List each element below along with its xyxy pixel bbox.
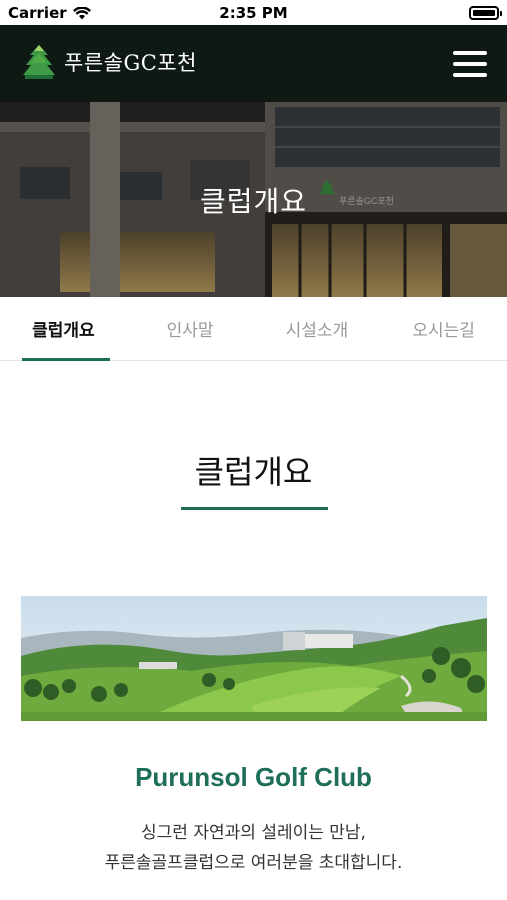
tab-greeting[interactable]: 인사말	[127, 297, 254, 360]
app-header: 푸른솔GC포천	[0, 25, 507, 102]
club-name: Purunsol Golf Club	[135, 762, 372, 792]
battery-icon	[469, 6, 502, 20]
golf-course-photo	[21, 596, 487, 721]
section-title-underline	[181, 507, 328, 510]
logo-text: 푸른솔GC포천	[64, 51, 197, 75]
hero-title: 클럽개요	[199, 185, 308, 218]
hamburger-menu-button[interactable]	[453, 51, 487, 77]
hero-banner: 푸른솔GC포천 클럽개요	[0, 102, 507, 297]
tagline-line-2: 푸른솔골프클럽으로 여러분을 초대합니다.	[104, 853, 403, 873]
menu-bar-icon	[453, 73, 487, 77]
status-time: 2:35 PM	[219, 4, 288, 22]
tab-directions[interactable]: 오시는길	[380, 297, 507, 360]
status-bar: Carrier 2:35 PM	[0, 0, 507, 25]
tagline-line-1: 싱그런 자연과의 설레이는 만남,	[141, 823, 366, 843]
menu-bar-icon	[453, 51, 487, 55]
tab-facilities[interactable]: 시설소개	[254, 297, 381, 360]
section-tabs: 클럽개요 인사말 시설소개 오시는길	[0, 297, 507, 361]
menu-bar-icon	[453, 62, 487, 66]
section-title: 클럽개요	[194, 453, 313, 491]
tagline: 싱그런 자연과의 설레이는 만남, 푸른솔골프클럽으로 여러분을 초대합니다.	[0, 818, 507, 878]
pine-tree-logo-icon	[23, 45, 55, 79]
logo[interactable]: 푸른솔GC포천	[22, 44, 197, 80]
tab-club-overview[interactable]: 클럽개요	[0, 297, 127, 361]
